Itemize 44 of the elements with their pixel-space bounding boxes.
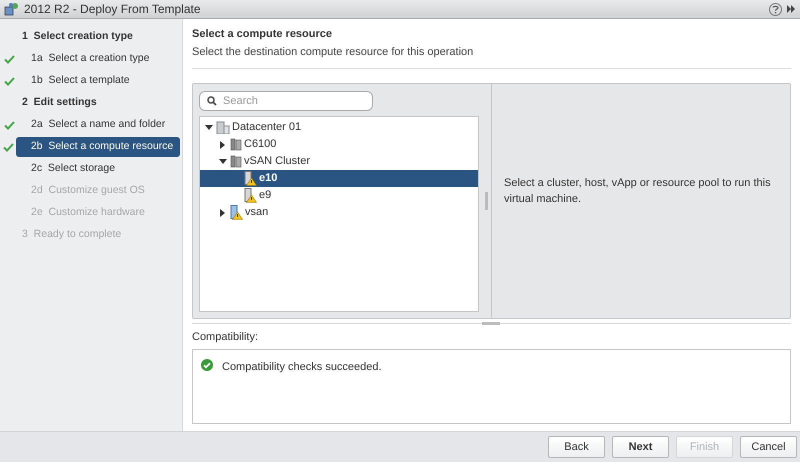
tree-item[interactable]: e9 <box>200 187 478 204</box>
step-heading[interactable]: 1 Select creation type <box>16 27 133 47</box>
splitter-handle[interactable] <box>485 192 488 210</box>
splitter-handle[interactable] <box>482 322 500 325</box>
search-input[interactable]: Search <box>223 92 365 110</box>
step-item: 2d Customize guest OS <box>30 183 145 198</box>
datacenter-icon <box>216 121 230 134</box>
host-warning-icon <box>244 188 257 203</box>
vm-template-icon <box>4 2 20 16</box>
server-cluster-icon <box>230 155 242 168</box>
server-cluster-icon <box>230 138 242 151</box>
step-heading: 3 Ready to complete <box>21 227 122 242</box>
help-icon[interactable] <box>769 2 782 16</box>
expanded-arrow-icon[interactable] <box>219 158 227 164</box>
step-heading[interactable]: 2 Edit settings <box>16 93 97 113</box>
tree-item[interactable]: vsan <box>200 204 478 221</box>
wizard-button[interactable]: Next <box>612 436 669 458</box>
collapse-icon[interactable] <box>786 4 796 14</box>
wizard-button[interactable]: Back <box>548 436 605 458</box>
window-title: 2012 R2 - Deploy From Template <box>24 1 201 18</box>
host-warning-icon <box>230 205 243 220</box>
compatibility-label: Compatibility: <box>192 330 260 345</box>
success-icon <box>201 358 213 370</box>
tree-item[interactable]: e10 <box>200 170 478 187</box>
tree-item[interactable]: C6100 <box>200 136 478 153</box>
step-item[interactable]: 1a Select a creation type <box>16 49 150 69</box>
expanded-arrow-icon[interactable] <box>205 124 213 130</box>
search-field[interactable]: Search <box>199 91 373 111</box>
tree-item[interactable]: Datacenter 01 <box>200 119 478 136</box>
search-icon <box>207 96 217 106</box>
collapsed-arrow-icon[interactable] <box>220 140 226 148</box>
description-text: Select a cluster, host, vApp or resource pool to run this virtual machine. <box>504 176 772 207</box>
wizard-button[interactable]: Cancel <box>740 436 797 458</box>
page-title: Select a compute resource <box>192 27 334 42</box>
step-item[interactable]: 2b Select a compute resource <box>16 137 180 157</box>
step-item: 2e Customize hardware <box>30 205 145 220</box>
step-item[interactable]: 1b Select a template <box>16 71 130 91</box>
collapsed-arrow-icon[interactable] <box>220 208 226 216</box>
step-item[interactable]: 2a Select a name and folder <box>16 115 166 135</box>
compatibility-message: Compatibility checks succeeded. <box>222 360 382 374</box>
step-item[interactable]: 2c Select storage <box>16 159 116 179</box>
tree-item[interactable]: vSAN Cluster <box>200 153 478 170</box>
host-warning-icon <box>244 171 257 186</box>
page-subtitle: Select the destination compute resource for this operation <box>192 44 474 60</box>
